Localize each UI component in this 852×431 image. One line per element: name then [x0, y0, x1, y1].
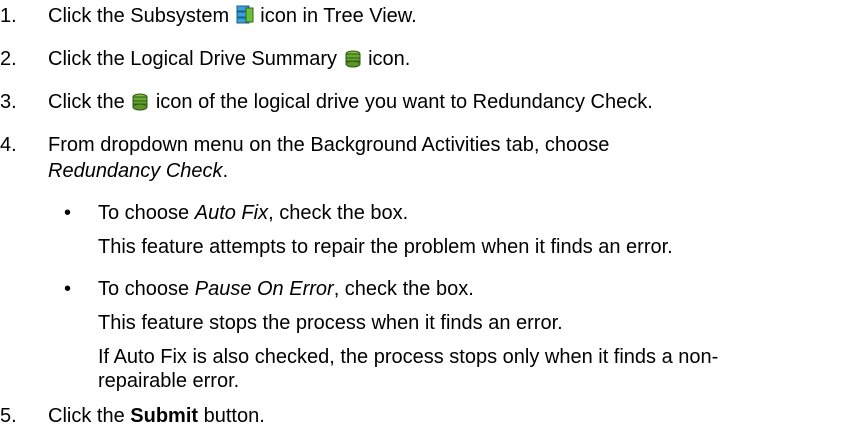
step-text-tail: icon.	[368, 48, 411, 70]
procedure-document: 1. Click the Subsystem icon in Tree View…	[0, 5, 719, 427]
step-number: 5.	[0, 405, 17, 427]
option-name: Pause On Error	[194, 278, 334, 300]
logical-drive-summary-icon	[344, 50, 362, 74]
bullet-symbol: •	[64, 278, 72, 300]
submit-label: Submit	[130, 405, 199, 427]
step-number: 1.	[0, 5, 17, 27]
menu-option: Redundancy Check	[48, 160, 223, 182]
step-text-tail: icon in Tree View.	[260, 5, 417, 27]
step-text: Click the Logical Drive Summary	[48, 48, 337, 70]
step-text-tail: icon of the logical drive you want to Re…	[155, 91, 653, 113]
logical-drive-icon	[131, 93, 149, 117]
step-number: 3.	[0, 91, 17, 113]
step-text: From dropdown menu on the Background Act…	[48, 134, 610, 156]
subsystem-icon	[236, 5, 254, 31]
step-number: 2.	[0, 48, 17, 70]
step-text: Click the Subsystem	[48, 5, 230, 27]
step-number: 4.	[0, 134, 17, 156]
option-name: Auto Fix	[194, 202, 269, 224]
step-text: Click the	[48, 91, 125, 113]
bullet-symbol: •	[64, 202, 72, 224]
